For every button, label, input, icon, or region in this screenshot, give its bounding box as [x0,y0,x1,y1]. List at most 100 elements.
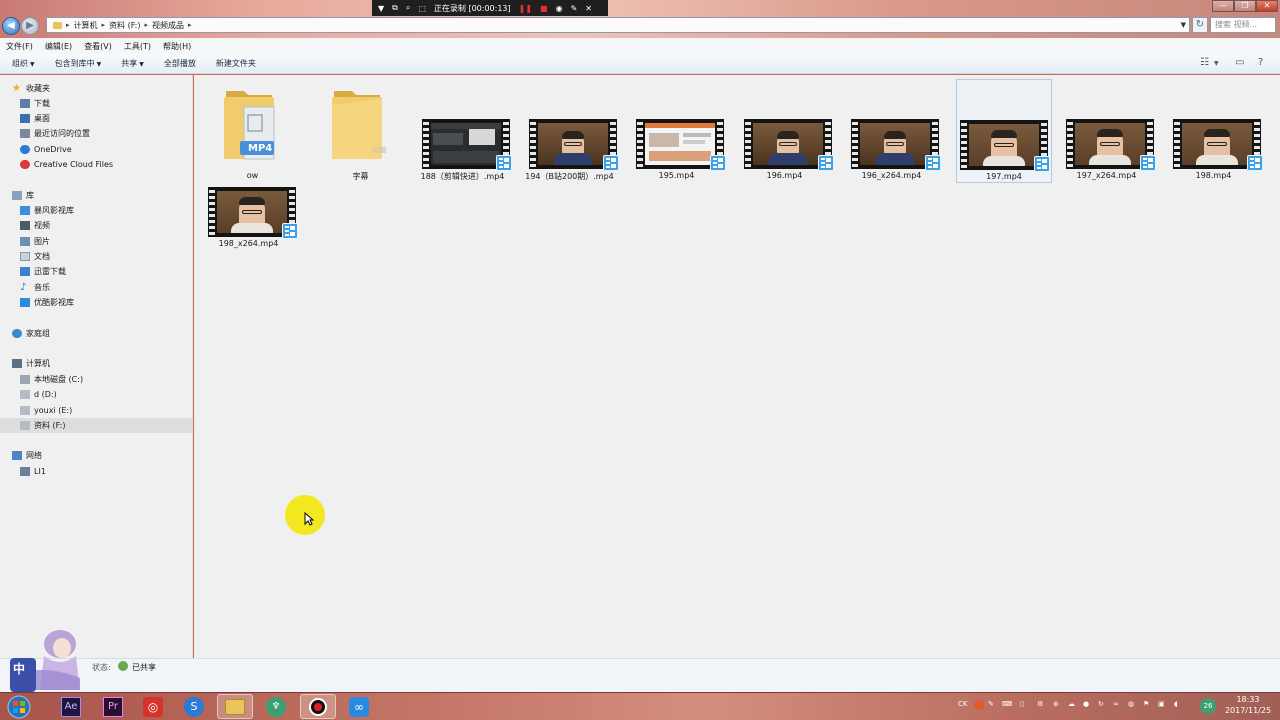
address-bar[interactable]: ▸ 计算机 ▸ 资料 (F:) ▸ 视频成品 ▸ ▼ [46,17,1190,33]
record-tray-icon[interactable]: ● [1083,700,1089,708]
taskbar-game[interactable]: ♆ [259,694,293,719]
taskbar-explorer[interactable] [217,694,253,719]
close-recorder-icon[interactable]: ✕ [585,4,592,13]
app-tray-icon[interactable]: ◍ [1128,700,1134,708]
nav-network[interactable]: 网络 [0,448,193,463]
organize-label: 组织 [12,59,28,68]
cloud-tray-icon[interactable]: ☁ [1068,700,1075,708]
nav-pictures[interactable]: 图片 [0,234,193,249]
nav-videos[interactable]: 视频 [0,218,193,233]
camera-icon[interactable]: ◉ [556,4,563,13]
nav-documents[interactable]: 文档 [0,249,193,264]
file-item-video-198[interactable]: 198.mp4 [1165,79,1263,183]
file-item-video-197-x264[interactable]: 197_x264.mp4 [1058,79,1156,183]
nav-drive-e[interactable]: youxi (E:) [0,403,193,418]
nav-drive-c[interactable]: 本地磁盘 (C:) [0,372,193,387]
back-button[interactable]: ◀ [2,17,20,35]
tray-badge[interactable]: 26 [1200,698,1216,714]
taskbar-baidu-netdisk[interactable]: ∞ [342,694,376,719]
chevron-right-icon[interactable]: ▸ [188,21,192,29]
file-item-video-188[interactable]: 188（剪辑快进）.mp4 [414,79,512,183]
view-options-icon[interactable]: ☷ [1200,57,1209,68]
forward-button[interactable]: ▶ [21,17,39,35]
breadcrumb-drive-f[interactable]: 资料 (F:) [109,20,140,31]
file-item-subtitles[interactable]: 字幕 [312,79,409,183]
nav-baofeng[interactable]: 暴风影视库 [0,203,193,218]
help-icon[interactable]: ? [1258,57,1263,68]
nav-youku[interactable]: 优酷影视库 [0,295,193,310]
refresh-button[interactable]: ↻ [1192,17,1208,33]
search-input[interactable]: 搜索 视频... [1210,17,1276,33]
file-item-video-194[interactable]: 194（B站200期）.mp4 [521,79,619,183]
file-item-video-198-x264[interactable]: 198_x264.mp4 [200,147,298,251]
nav-computer[interactable]: 计算机 [0,356,193,371]
include-library-button[interactable]: 包含到库中 ▼ [55,58,102,69]
maximize-button[interactable]: ❐ [1234,0,1256,12]
stop-icon[interactable]: ■ [540,4,548,13]
nav-desktop[interactable]: 桌面 [0,111,193,126]
volume-tray-icon[interactable]: ◖ [1174,700,1178,708]
nav-homegroup[interactable]: 家庭组 [0,326,193,341]
nav-network-pc[interactable]: LI1 [0,464,193,479]
nav-music[interactable]: ♪ 音乐 [0,280,193,295]
file-item-video-196[interactable]: 196.mp4 [736,79,834,183]
menu-tools[interactable]: 工具(T) [124,41,151,52]
taskbar-sogou[interactable]: S [177,694,211,719]
file-item-video-196-x264[interactable]: 196_x264.mp4 [843,79,941,183]
close-button[interactable]: ✕ [1256,0,1278,12]
tray-lang[interactable]: CK [958,700,967,708]
pen-icon[interactable]: ✎ [571,4,578,13]
nav-drive-f[interactable]: 资料 (F:) [0,418,193,433]
file-item-video-195[interactable]: 195.mp4 [628,79,726,183]
nav-recent[interactable]: 最近访问的位置 [0,126,193,141]
menu-edit[interactable]: 编辑(E) [45,41,72,52]
chevron-right-icon[interactable]: ▸ [145,21,149,29]
new-folder-button[interactable]: 新建文件夹 [216,58,256,69]
taskbar-recorder[interactable] [300,694,336,719]
nav-xunlei[interactable]: 迅雷下载 [0,264,193,279]
nav-drive-d[interactable]: d (D:) [0,387,193,402]
nav-favorites[interactable]: ★ 收藏夹 [0,81,193,96]
breadcrumb-video-output[interactable]: 视频成品 [152,20,184,31]
play-all-button[interactable]: 全部播放 [164,58,196,69]
window-mode-icon[interactable]: ⧉ [392,3,398,13]
minimize-button[interactable]: — [1212,0,1234,12]
system-clock[interactable]: 18:33 2017/11/25 [1222,694,1274,716]
nav-onedrive[interactable]: OneDrive [0,142,193,157]
taskbar-netease-music[interactable]: ◎ [136,694,170,719]
start-button[interactable] [4,694,34,719]
network-tray-icon[interactable]: ▣ [1158,700,1165,708]
zoom-icon[interactable]: ⌕ [406,3,410,13]
nav-downloads[interactable]: 下载 [0,96,193,111]
share-button[interactable]: 共享 ▼ [121,58,144,69]
pause-icon[interactable]: ❚❚ [519,4,532,13]
menu-view[interactable]: 查看(V) [84,41,112,52]
mobile-tray-icon[interactable]: ▯ [1020,700,1024,708]
nav-label: 优酷影视库 [34,298,74,307]
sync-tray-icon[interactable]: ↻ [1098,700,1104,708]
settings-tray-icon[interactable]: ⚙ [1037,700,1043,708]
file-item-video-197[interactable]: 197.mp4 [956,79,1052,183]
sogou-tray-icon[interactable] [974,700,984,710]
preview-pane-icon[interactable]: ▭ [1235,57,1244,68]
nav-creative-cloud[interactable]: Creative Cloud Files [0,157,193,172]
view-dropdown-icon[interactable]: ▼ [1214,60,1219,67]
taskbar-premiere[interactable]: Pr [96,694,130,719]
organize-button[interactable]: 组织 ▼ [12,58,35,69]
keyboard-tray-icon[interactable]: ⌨ [1002,700,1012,708]
address-dropdown-icon[interactable]: ▼ [1181,21,1186,29]
taskbar-after-effects[interactable]: Ae [54,694,88,719]
region-icon[interactable]: ⬚ [418,4,426,13]
pen-tray-icon[interactable]: ✎ [988,700,994,708]
menu-file[interactable]: 文件(F) [6,41,33,52]
chevron-right-icon[interactable]: ▸ [102,21,106,29]
ime-indicator[interactable]: 中 [13,660,25,677]
breadcrumb-computer[interactable]: 计算机 [74,20,98,31]
nav-libraries[interactable]: 库 [0,188,193,203]
baidu-tray-icon[interactable]: ∞ [1113,700,1119,708]
steam-tray-icon[interactable]: ⊛ [1053,700,1059,708]
flag-tray-icon[interactable]: ⚑ [1143,700,1149,708]
dropdown-icon[interactable]: ▼ [378,4,384,13]
menu-help[interactable]: 帮助(H) [163,41,191,52]
video-file-icon [925,155,941,171]
